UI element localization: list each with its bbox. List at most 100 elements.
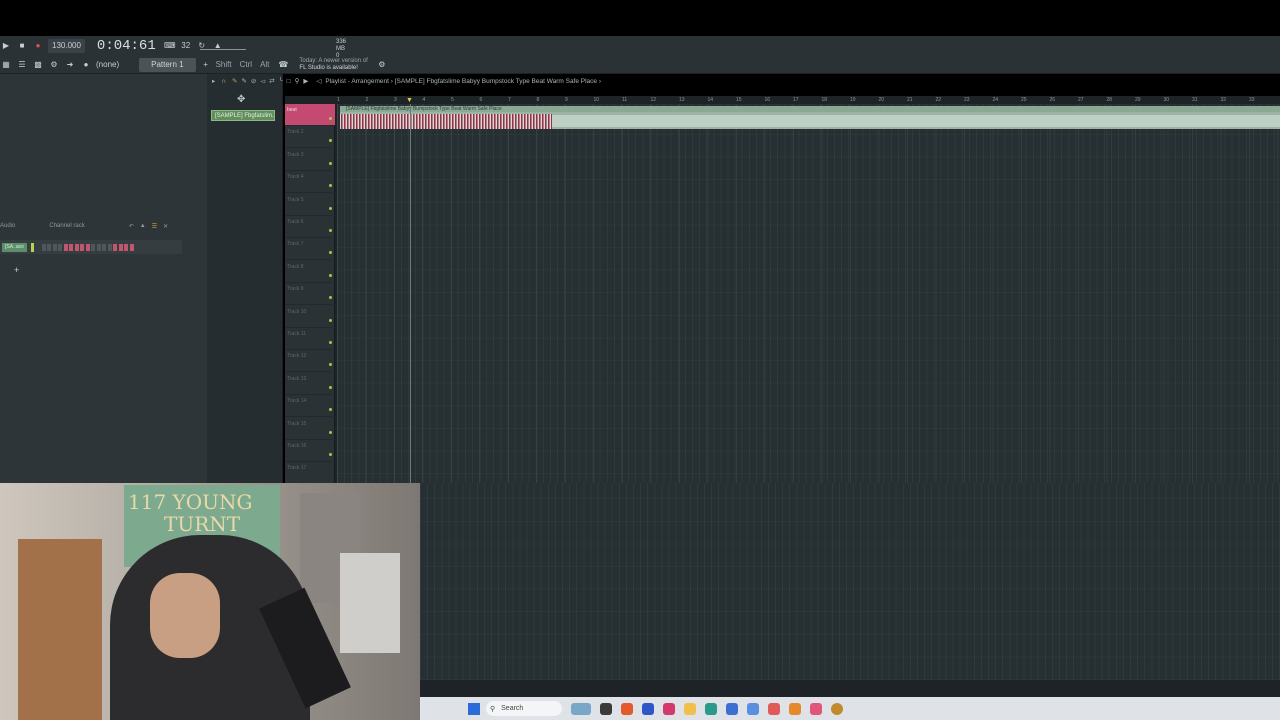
track-header[interactable]: Track 13 (285, 373, 335, 395)
mixer-icon[interactable]: ▦ (0, 58, 12, 72)
app-icon[interactable] (663, 702, 675, 715)
step[interactable] (113, 243, 118, 251)
step[interactable] (80, 243, 85, 251)
taskbar-search[interactable]: ⚲ Search (486, 701, 562, 716)
picker-move-icon[interactable]: ✥ (237, 94, 245, 105)
picker-clip-button[interactable]: [SAMPLE] Fbgfatslim... (211, 110, 275, 121)
track-enable-led[interactable] (329, 430, 332, 434)
track-header[interactable]: Track 3 (285, 149, 335, 171)
app-icon[interactable] (768, 702, 780, 715)
app-icon[interactable] (747, 702, 759, 715)
track-enable-led[interactable] (329, 273, 332, 277)
microphone-icon[interactable]: ● (80, 58, 92, 72)
track-header[interactable]: Track 14 (285, 395, 335, 418)
arrow-icon[interactable]: ➜ (64, 58, 76, 72)
slice-tool-icon[interactable]: ╰ (279, 77, 283, 85)
widgets-icon[interactable] (571, 702, 591, 715)
slip-tool-icon[interactable]: ⇄ (269, 77, 274, 85)
track-enable-led[interactable] (329, 229, 332, 232)
time-signature[interactable]: 32 (180, 39, 192, 53)
track-header[interactable]: Track 17 (285, 462, 335, 485)
track-enable-led[interactable] (329, 296, 332, 300)
track-header[interactable]: Track 15 (285, 418, 335, 440)
clip-title[interactable]: [SAMPLE] Fbgfatslime Babyy Bumpstock Typ… (340, 106, 1280, 112)
alt-key[interactable]: Alt (260, 60, 269, 69)
step[interactable] (52, 243, 57, 251)
add-channel-button[interactable]: + (14, 265, 19, 275)
tempo-display[interactable]: 130.000 (48, 38, 85, 53)
select-tool-icon[interactable]: □ (287, 78, 291, 85)
step[interactable] (85, 243, 90, 251)
track-enable-led[interactable] (329, 184, 332, 188)
track-enable-led[interactable] (329, 363, 332, 367)
step[interactable] (118, 243, 123, 251)
settings-icon[interactable]: ⚙ (376, 58, 388, 72)
playlist-grid-lower[interactable] (420, 483, 1280, 680)
track-enable-led[interactable] (329, 341, 332, 344)
draw-tool-icon[interactable]: ✎ (232, 77, 237, 85)
app-icon[interactable] (810, 702, 822, 715)
file-explorer-icon[interactable] (600, 702, 612, 715)
master-volume-slider[interactable] (200, 40, 246, 50)
track-header[interactable]: Track 6 (285, 216, 335, 238)
timeline-ruler[interactable]: 1 2 3 4 5 6 7 8 9 10 11 12 13 14 15 16 1… (337, 96, 1280, 104)
channel-name[interactable]: [SA..ace (2, 242, 27, 252)
channel-select-indicator[interactable] (30, 242, 34, 252)
undo-icon[interactable]: ↶ (129, 223, 134, 230)
track-header[interactable]: Track 4 (285, 171, 335, 194)
news-icon[interactable]: ☎ (277, 58, 289, 72)
step[interactable] (47, 243, 52, 251)
snap-select[interactable]: (none) (96, 58, 119, 72)
plugin-icon[interactable]: ⚙ (48, 58, 60, 72)
playhead-marker-icon[interactable]: ▼ (406, 97, 413, 104)
record-icon[interactable]: ● (32, 39, 44, 53)
track-header[interactable]: Track 9 (285, 283, 335, 306)
mute-tool-icon[interactable]: ◅ (260, 77, 265, 85)
time-display[interactable]: 0:04:61 (97, 38, 156, 54)
track-enable-led[interactable] (329, 206, 332, 210)
step[interactable] (96, 243, 101, 251)
channel-rack-icon[interactable]: ▩ (32, 58, 44, 72)
pattern-selector[interactable]: Pattern 1 (139, 57, 196, 72)
shift-key[interactable]: Shift (216, 60, 232, 69)
app-icon[interactable] (642, 702, 654, 715)
track-header[interactable]: Track 11 (285, 328, 335, 350)
track-header[interactable]: beat (285, 104, 335, 126)
track-enable-led[interactable] (329, 161, 332, 165)
step[interactable] (107, 243, 112, 251)
playlist-nav-icon[interactable]: ◁ (316, 77, 321, 85)
step[interactable] (58, 243, 63, 251)
arrow-icon[interactable]: ▸ (212, 77, 215, 85)
stop-icon[interactable]: ■ (16, 39, 28, 53)
track-enable-led[interactable] (329, 408, 332, 412)
track-header[interactable]: Track 10 (285, 306, 335, 328)
step[interactable] (102, 243, 107, 251)
news-panel[interactable]: Today: A newer version of FL Studio is a… (299, 58, 367, 72)
step[interactable] (74, 243, 79, 251)
track-header[interactable]: Track 16 (285, 440, 335, 462)
steps-icon[interactable]: ☰ (152, 223, 157, 230)
ctrl-key[interactable]: Ctrl (240, 60, 252, 69)
magnet-icon[interactable]: ∩ (221, 78, 226, 85)
track-enable-led[interactable] (329, 251, 332, 255)
track-enable-led[interactable] (329, 117, 332, 120)
close-icon[interactable]: ✕ (163, 223, 168, 230)
piano-roll-icon[interactable]: ☰ (16, 58, 28, 72)
playlist-breadcrumb[interactable]: Playlist - Arrangement › [SAMPLE] Fbgfat… (325, 78, 601, 85)
step[interactable] (124, 243, 129, 251)
app-icon[interactable] (621, 702, 633, 715)
step[interactable] (41, 243, 46, 251)
audio-clip[interactable]: [SAMPLE] Fbgfatslime Babyy Bumpstock Typ… (340, 106, 1280, 129)
edge-icon[interactable] (705, 702, 717, 715)
play-icon[interactable]: ▶ (0, 39, 12, 53)
step[interactable] (63, 243, 68, 251)
fl-studio-icon[interactable] (789, 702, 801, 715)
delete-tool-icon[interactable]: ⊘ (251, 77, 256, 85)
step[interactable] (91, 243, 96, 251)
graph-icon[interactable]: ▲ (140, 223, 146, 229)
typing-keyboard-icon[interactable]: ⌨ (164, 39, 176, 53)
folder-icon[interactable] (684, 702, 696, 715)
track-enable-led[interactable] (329, 453, 332, 456)
app-icon[interactable] (831, 702, 843, 715)
paint-tool-icon[interactable]: ✎ (241, 77, 246, 85)
